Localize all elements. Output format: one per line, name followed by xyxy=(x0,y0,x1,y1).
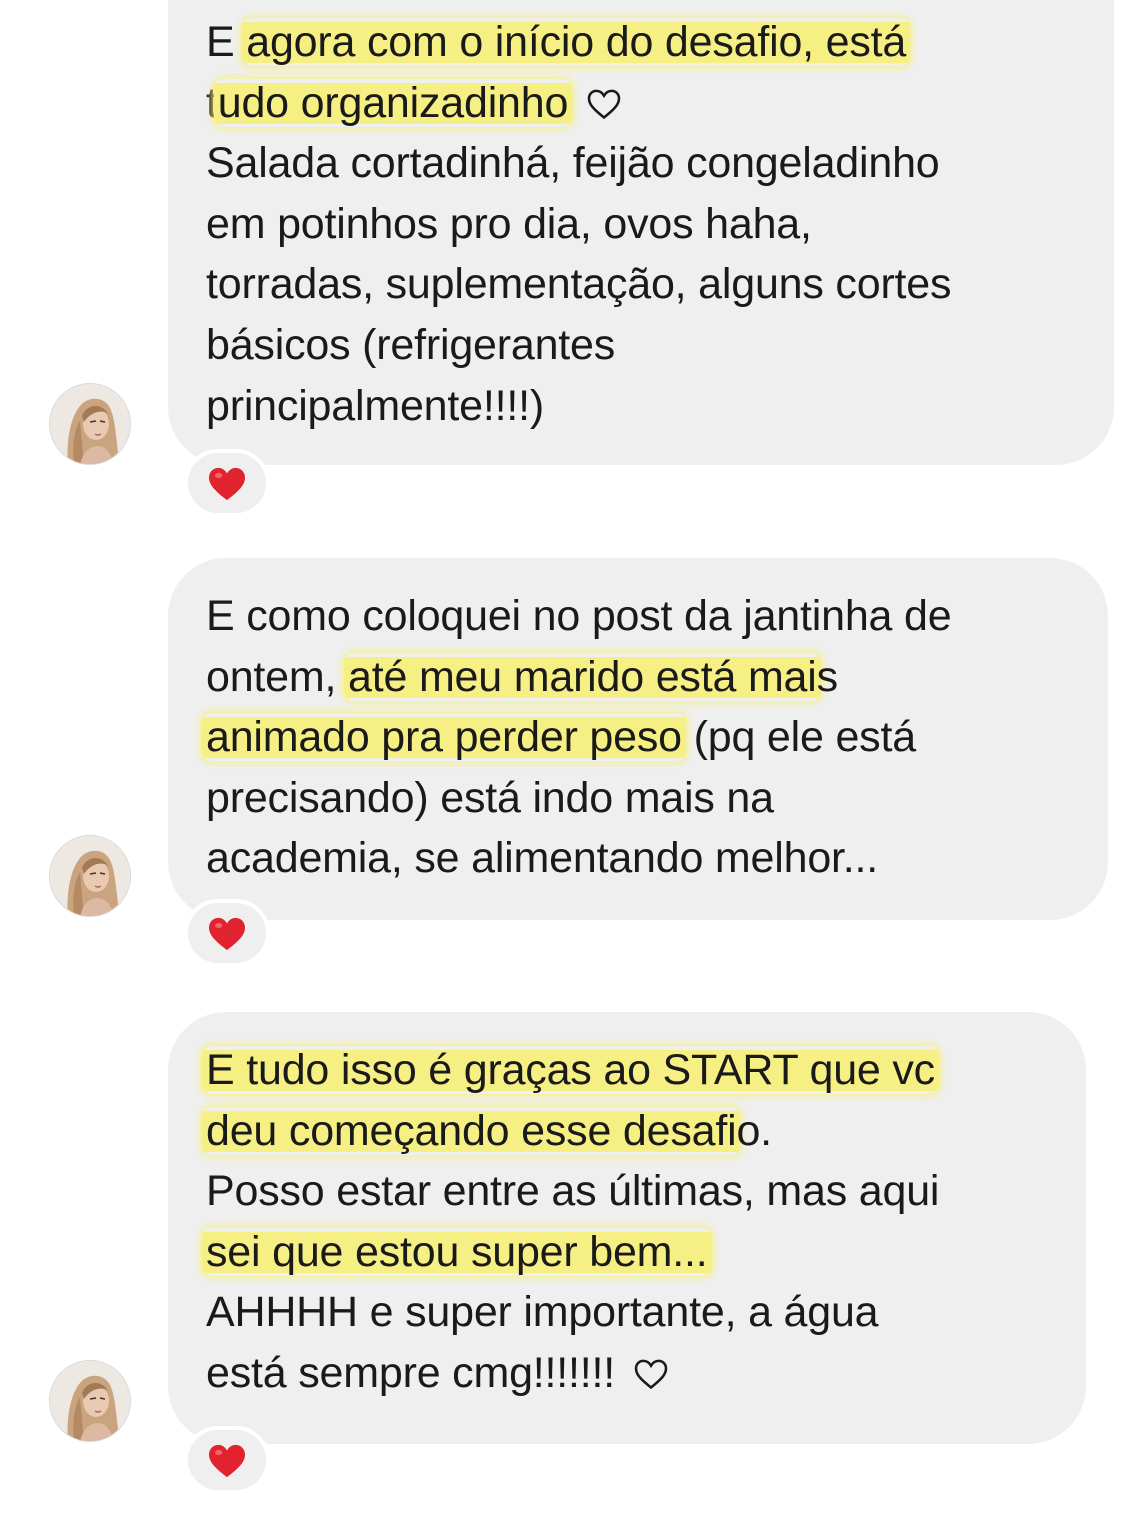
text-segment: está sempre cmg!!!!!!! xyxy=(206,1348,627,1397)
message-line: deu começando esse desafio. xyxy=(202,1101,1066,1162)
message-line: está sempre cmg!!!!!!! xyxy=(206,1343,1066,1404)
text-segment: o. xyxy=(736,1106,772,1155)
highlighted-text: udo organizadinho xyxy=(213,78,573,127)
message-line: tudo organizadinho xyxy=(206,73,1094,134)
highlighted-text: sei que estou super bem... xyxy=(202,1227,712,1276)
message-line: academia, se alimentando melhor... xyxy=(206,828,1088,889)
profile-photo xyxy=(50,1361,130,1441)
avatar[interactable] xyxy=(49,383,131,465)
text-segment: em potinhos pro dia, ovos haha, xyxy=(206,199,812,248)
message-line: precisando) está indo mais na xyxy=(206,768,1088,829)
highlighted-text: até meu marido está mai xyxy=(344,652,821,701)
message-line: E tudo isso é graças ao START que vc xyxy=(202,1040,1066,1101)
avatar[interactable] xyxy=(49,1360,131,1442)
text-segment: torradas, suplementação, alguns cortes xyxy=(206,260,952,309)
red-heart-icon xyxy=(209,467,245,500)
red-heart-icon xyxy=(209,917,245,950)
message-line: animado pra perder peso (pq ele está xyxy=(202,707,1088,768)
message-line: torradas, suplementação, alguns cortes xyxy=(206,254,1094,315)
avatar[interactable] xyxy=(49,835,131,917)
message-line: básicos (refrigerantes xyxy=(206,315,1094,376)
text-segment xyxy=(568,79,580,127)
heart-outline-icon xyxy=(634,1359,668,1390)
heart-reaction[interactable] xyxy=(184,449,270,517)
message-bubble[interactable]: E agora com o início do desafio, está tud… xyxy=(168,0,1114,465)
message-text: E agora com o início do desafio, está tud… xyxy=(206,12,1094,436)
text-segment: ontem, xyxy=(206,652,349,701)
message-line: E como coloquei no post da jantinha de xyxy=(206,586,1088,647)
message-line: E agora com o início do desafio, está xyxy=(206,12,1094,73)
message-thread: E agora com o início do desafio, está tud… xyxy=(0,0,1148,1530)
message-line: AHHHH e super importante, a água xyxy=(206,1282,1066,1343)
text-segment: (pq ele está xyxy=(681,713,917,762)
heart-outline-icon xyxy=(587,89,621,119)
text-segment: Salada cortadinhá, feijão congeladinho xyxy=(206,139,940,188)
highlighted-text: E tudo isso é graças ao START que vc xyxy=(202,1046,939,1094)
message-bubble[interactable]: E como coloquei no post da jantinha de on… xyxy=(168,558,1108,920)
message-line: em potinhos pro dia, ovos haha, xyxy=(206,194,1094,255)
profile-photo xyxy=(50,836,130,916)
message-line: principalmente!!!!) xyxy=(206,376,1094,437)
text-segment: s xyxy=(816,652,839,701)
highlighted-text: animado pra perder peso xyxy=(202,713,686,762)
text-segment: precisando) está indo mais na xyxy=(206,773,774,822)
message-line: sei que estou super bem... xyxy=(202,1222,1066,1283)
highlighted-text: deu começando esse desafi xyxy=(202,1106,741,1155)
highlighted-text: agora com o início do desafio, está xyxy=(242,18,911,66)
message-bubble[interactable]: E tudo isso é graças ao START que vc deu … xyxy=(168,1012,1086,1444)
text-segment: básicos (refrigerantes xyxy=(206,320,616,369)
message-text: E como coloquei no post da jantinha de on… xyxy=(202,586,1088,889)
text-segment: E xyxy=(206,18,247,66)
heart-reaction[interactable] xyxy=(184,899,270,967)
text-segment: academia, se alimentando melhor... xyxy=(206,834,879,883)
heart-reaction[interactable] xyxy=(184,1426,270,1494)
message-line: Posso estar entre as últimas, mas aqui xyxy=(206,1161,1066,1222)
message-text: E tudo isso é graças ao START que vc deu … xyxy=(202,1040,1066,1404)
text-segment: E como coloquei no post da jantinha de xyxy=(206,592,952,640)
message-line: Salada cortadinhá, feijão congeladinho xyxy=(206,133,1094,194)
red-heart-icon xyxy=(209,1444,245,1477)
text-segment: principalmente!!!!) xyxy=(206,381,544,430)
text-segment: AHHHH e super importante, a água xyxy=(206,1288,879,1337)
text-segment: Posso estar entre as últimas, mas aqui xyxy=(206,1167,940,1216)
profile-photo xyxy=(50,384,130,464)
message-line: ontem, até meu marido está mais xyxy=(206,647,1088,708)
